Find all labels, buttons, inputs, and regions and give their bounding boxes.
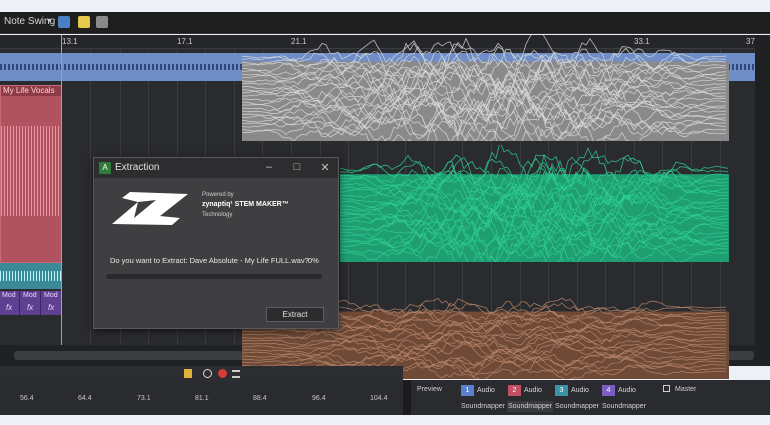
- bottom-ruler: 56.4 64.4 73.1 81.1 88.4 96.4 104.4: [0, 382, 403, 415]
- brand-text: zynaptiq¹ STEM MAKER™: [202, 201, 289, 208]
- pointer-icon[interactable]: [78, 16, 90, 28]
- snap-icon[interactable]: [58, 16, 70, 28]
- channel-number: 1: [461, 385, 474, 396]
- teal-waveform: [0, 271, 62, 281]
- mod-clip[interactable]: Mod fx: [21, 291, 41, 315]
- channel-number: 4: [602, 385, 615, 396]
- fx-icon: fx: [27, 303, 34, 312]
- screenshot-stage: Note Swing ▾ 13.1 17.1 21.1 33.1 37.1: [0, 0, 770, 425]
- minimize-button[interactable]: –: [262, 161, 276, 173]
- soundmapper-output[interactable]: Soundmapper: [507, 401, 553, 412]
- bottom-tick: 96.4: [312, 395, 326, 402]
- mod-clip-row: Mod fx Mod fx Mod fx: [0, 291, 62, 315]
- extract-button[interactable]: Extract: [266, 307, 324, 322]
- channel-label: Audio: [571, 387, 589, 394]
- soundmapper-output[interactable]: Soundmapper: [460, 401, 506, 412]
- bottom-tick: 64.4: [78, 395, 92, 402]
- master-icon: [663, 385, 670, 392]
- fx-icon: fx: [48, 303, 55, 312]
- dialog-body: Powered by zynaptiq¹ STEM MAKER™ Technol…: [94, 178, 338, 328]
- preview-label[interactable]: Preview: [417, 386, 442, 393]
- bottom-tick: 81.1: [195, 395, 209, 402]
- maximize-button[interactable]: □: [290, 161, 304, 173]
- progress-percent: 0%: [308, 256, 319, 265]
- channel-label: Audio: [618, 387, 636, 394]
- channel-2[interactable]: 2 Audio: [508, 385, 542, 396]
- ruler-mark: 17.1: [177, 37, 193, 46]
- console-strip: Preview 1 Audio 2 Audio 3 Audio 4 Audio Mast…: [411, 380, 770, 415]
- bottom-tick: 73.1: [137, 395, 151, 402]
- channel-number: 2: [508, 385, 521, 396]
- close-button[interactable]: ✕: [318, 161, 332, 174]
- bottom-tick: 104.4: [370, 395, 388, 402]
- vertical-scrollbar[interactable]: [755, 35, 770, 345]
- fx-icon: fx: [6, 303, 13, 312]
- clip-header: My Life Vocals: [1, 86, 61, 96]
- top-toolbar: Note Swing ▾: [0, 12, 770, 34]
- bottom-transport-bar: [0, 366, 403, 382]
- bottom-tick: 56.4: [20, 395, 34, 402]
- powered-by-text: Powered by: [202, 192, 234, 198]
- channel-number: 3: [555, 385, 568, 396]
- channel-1[interactable]: 1 Audio: [461, 385, 495, 396]
- mod-label: Mod: [44, 292, 58, 299]
- grid-line: [90, 49, 91, 345]
- vocals-stem-waveform-image: [242, 35, 729, 141]
- technology-text: Technology: [202, 212, 233, 218]
- marker-icon[interactable]: [184, 369, 192, 378]
- soundmapper-output[interactable]: Soundmapper: [554, 401, 600, 412]
- dialog-titlebar[interactable]: A Extraction – □ ✕: [94, 158, 338, 178]
- channel-label: Audio: [477, 387, 495, 394]
- mod-label: Mod: [23, 292, 37, 299]
- ruler-mark: 37.1: [746, 37, 755, 46]
- zynaptiq-logo-icon: [112, 192, 188, 225]
- menu-icon[interactable]: [232, 370, 240, 378]
- audio-clip-teal[interactable]: [0, 263, 62, 289]
- clip-label: My Life Vocals: [3, 86, 55, 95]
- channel-3[interactable]: 3 Audio: [555, 385, 589, 396]
- instrumental-stem-waveform-image: [340, 145, 729, 262]
- grid-icon[interactable]: [96, 16, 108, 28]
- panel-divider[interactable]: [403, 380, 411, 415]
- mod-clip[interactable]: Mod fx: [0, 291, 20, 315]
- extract-question: Do you want to Extract: Dave Absolute - …: [110, 256, 309, 265]
- master-label: Master: [675, 386, 697, 393]
- master-channel[interactable]: Master: [663, 385, 696, 393]
- record-icon[interactable]: [218, 369, 227, 378]
- loop-icon[interactable]: [203, 369, 212, 378]
- mod-label: Mod: [2, 292, 16, 299]
- channel-label: Audio: [524, 387, 542, 394]
- extraction-dialog: A Extraction – □ ✕ Powered by zynaptiq¹ …: [93, 157, 339, 329]
- soundmapper-output[interactable]: Soundmapper: [601, 401, 647, 412]
- progress-bar: [106, 274, 322, 279]
- app-icon: A: [99, 162, 111, 174]
- dialog-title: Extraction: [115, 162, 160, 173]
- ruler-mark: 13.1: [62, 37, 78, 46]
- mod-clip[interactable]: Mod fx: [42, 291, 62, 315]
- channel-4[interactable]: 4 Audio: [602, 385, 636, 396]
- vocals-waveform: [1, 126, 61, 216]
- audio-clip-vocals[interactable]: My Life Vocals: [0, 85, 62, 263]
- playhead[interactable]: [61, 35, 62, 345]
- bottom-tick: 88.4: [253, 395, 267, 402]
